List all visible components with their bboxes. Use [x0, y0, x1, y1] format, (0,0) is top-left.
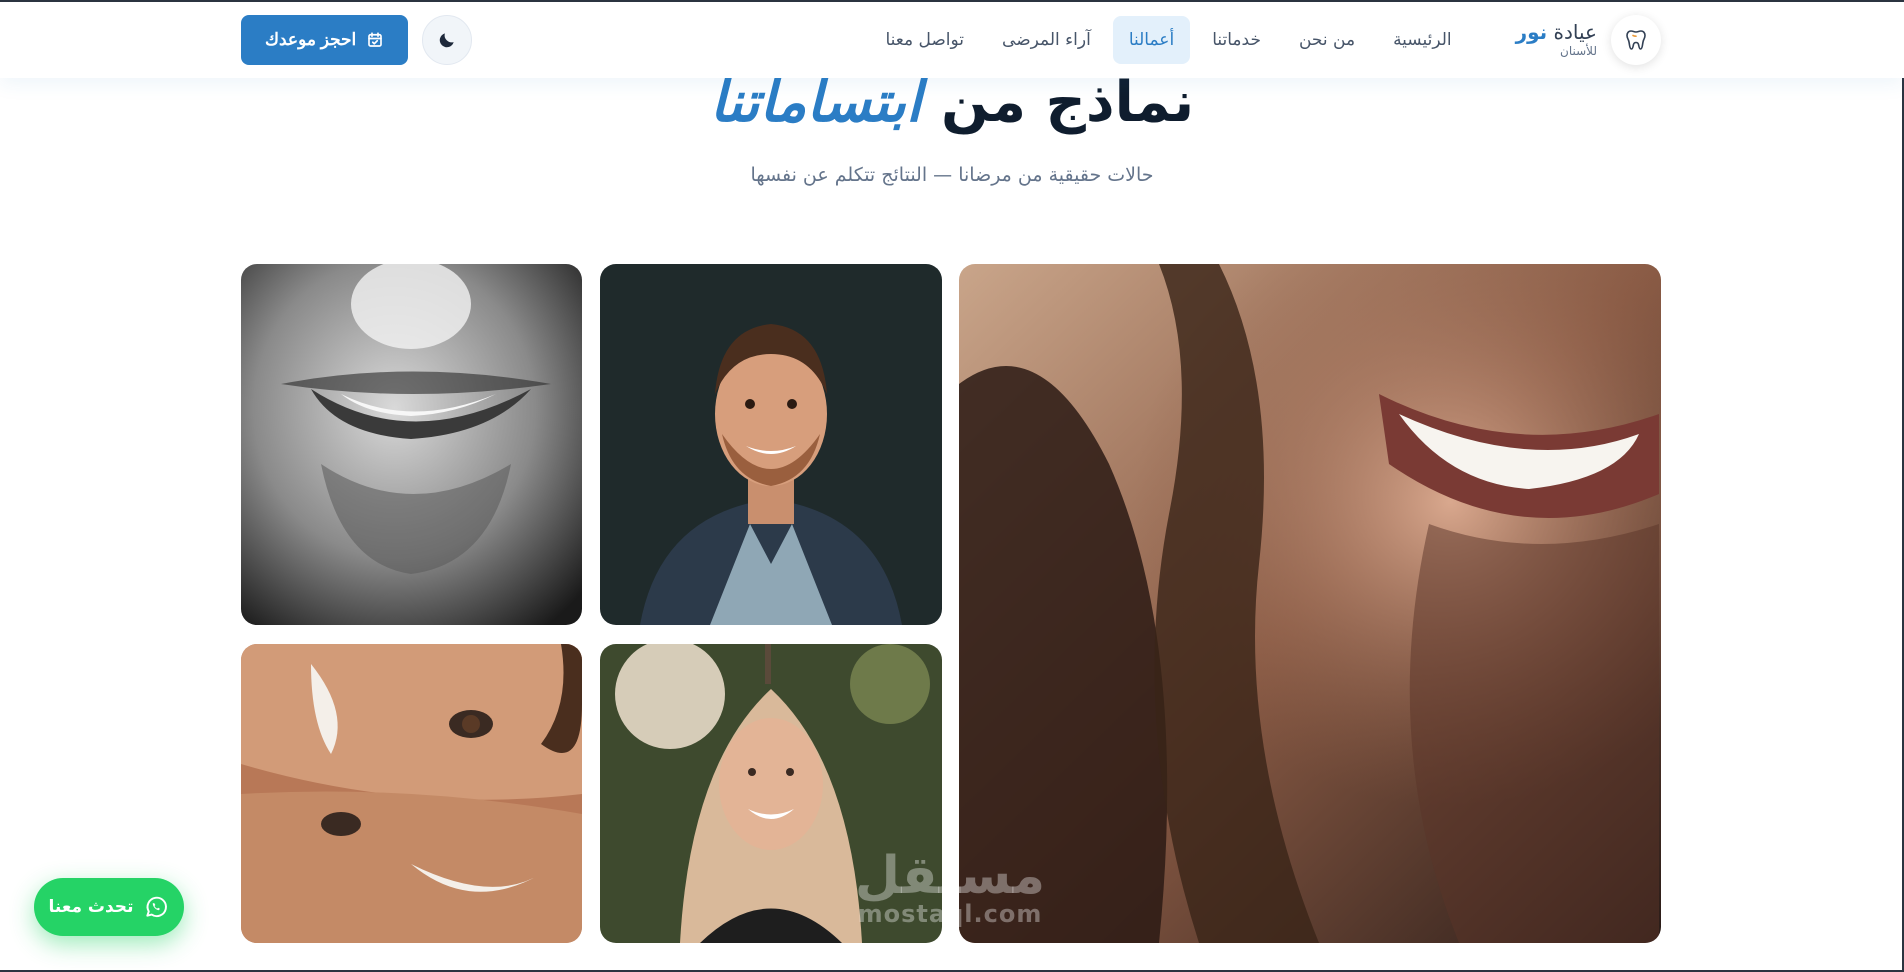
site-header: عيادة نور للأسنان الرئيسية من نحن خدماتن…	[0, 0, 1904, 78]
section-subtitle: حالات حقيقية من مرضانا — النتائج تتكلم ع…	[750, 164, 1154, 186]
brand[interactable]: عيادة نور للأسنان	[1516, 15, 1661, 65]
nav-item-works[interactable]: أعمالنا	[1112, 16, 1191, 64]
gallery-image-couple-smiling[interactable]	[241, 644, 582, 943]
nav-item-services[interactable]: خدماتنا	[1196, 16, 1277, 64]
section-title-accent: ابتساماتنا	[709, 70, 922, 135]
brand-name: عيادة نور	[1516, 21, 1597, 43]
brand-name-prefix: عيادة	[1553, 20, 1597, 45]
watermark-arabic: مستقل	[854, 846, 1046, 906]
watermark: مستقل mostaql.com	[830, 850, 1070, 926]
watermark-latin: mostaql.com	[857, 900, 1043, 928]
smile-closeup-bw-photo	[241, 264, 582, 625]
tooth-icon	[1611, 15, 1661, 65]
book-appointment-button[interactable]: احجز موعدك	[241, 15, 409, 65]
nav-item-testimonials[interactable]: آراء المرضى	[986, 16, 1107, 64]
brand-name-accent: نور	[1515, 20, 1548, 45]
man-portrait-photo	[600, 264, 942, 625]
chat-button-label: تحدث معنا	[48, 897, 134, 917]
brand-text: عيادة نور للأسنان	[1516, 21, 1597, 58]
nav-item-contact[interactable]: تواصل معنا	[869, 16, 980, 64]
book-appointment-label: احجز موعدك	[265, 30, 357, 49]
section-title-main: نماذج من	[940, 70, 1195, 135]
nav-item-home[interactable]: الرئيسية	[1377, 16, 1468, 64]
gallery-image-smile-closeup-bw[interactable]	[241, 264, 582, 625]
brand-subtitle: للأسنان	[1560, 44, 1597, 59]
header-inner: عيادة نور للأسنان الرئيسية من نحن خدماتن…	[241, 2, 1661, 78]
calendar-check-icon	[368, 32, 383, 47]
main-nav: الرئيسية من نحن خدماتنا أعمالنا آراء الم…	[869, 16, 1467, 64]
woman-laughing-photo	[959, 264, 1661, 943]
theme-toggle-button[interactable]	[422, 15, 473, 65]
whatsapp-chat-button[interactable]: تحدث معنا	[34, 878, 184, 936]
gallery-image-woman-laughing-large[interactable]	[959, 264, 1661, 943]
moon-icon	[440, 33, 454, 48]
gallery-image-man-portrait[interactable]	[600, 264, 942, 625]
header-actions: احجز موعدك	[241, 15, 473, 65]
whatsapp-icon	[146, 896, 168, 918]
section-title: نماذج من ابتساماتنا	[0, 72, 1904, 134]
nav-item-about[interactable]: من نحن	[1283, 16, 1371, 64]
couple-smiling-photo	[241, 644, 582, 943]
